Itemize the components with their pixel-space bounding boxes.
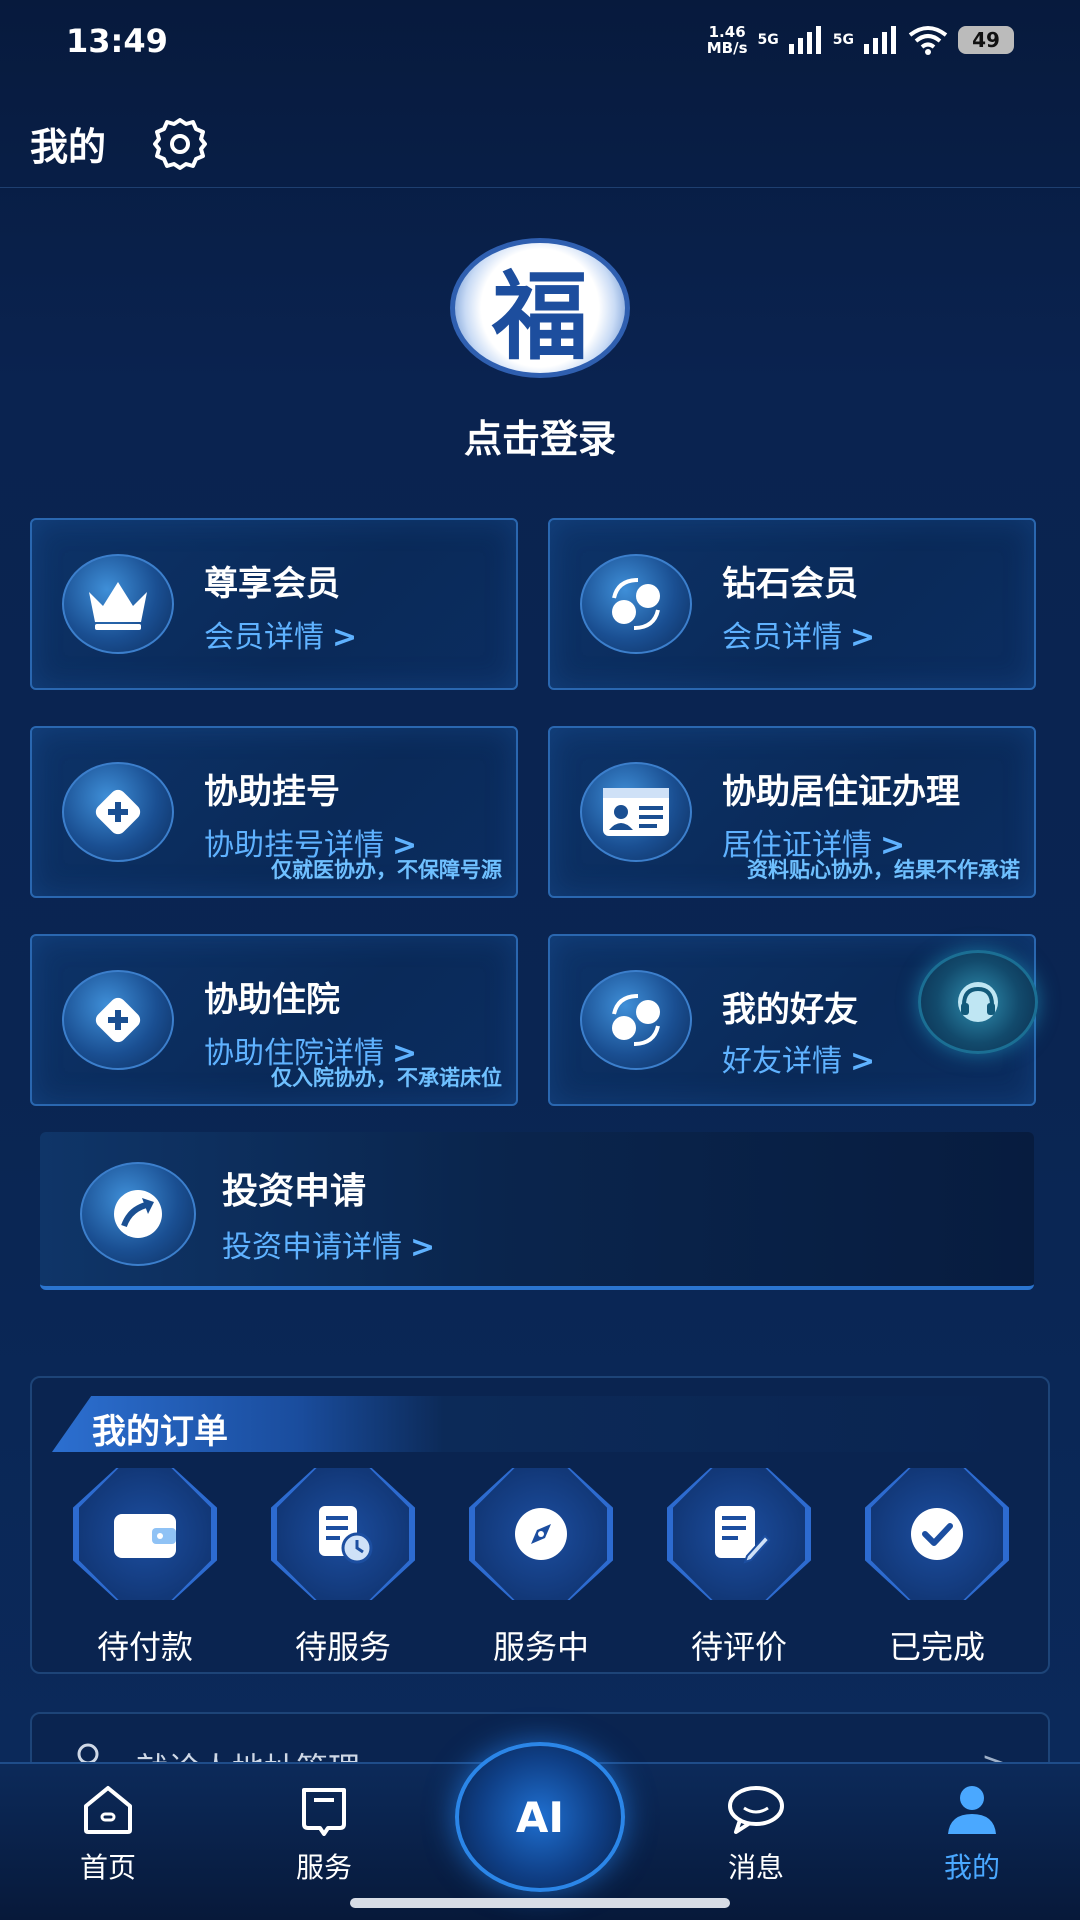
- tab-service[interactable]: 服务: [254, 1784, 394, 1886]
- id-card-icon: [580, 762, 692, 862]
- card-disclaimer: 资料贴心协办，结果不作承诺: [747, 858, 1020, 882]
- card-disclaimer: 仅入院协办，不承诺床位: [271, 1066, 502, 1090]
- card-investment-application[interactable]: 投资申请 投资申请详情 >: [40, 1132, 1034, 1290]
- status-bar: 13:49 1.46 MB/s 5G 5G 49: [0, 0, 1080, 90]
- card-diamond-member[interactable]: 钻石会员 会员详情 >: [548, 518, 1036, 690]
- check-circle-icon: [911, 1508, 963, 1560]
- order-pending-review[interactable]: 待评价: [649, 1468, 829, 1668]
- trend-arrow-icon: [80, 1162, 196, 1266]
- sim2-5g-label: 5G: [832, 32, 854, 48]
- network-speed: 1.46 MB/s: [706, 23, 748, 57]
- card-assist-registration[interactable]: 协助挂号 协助挂号详情 > 仅就医协办，不保障号源: [30, 726, 518, 898]
- status-time: 13:49: [66, 22, 168, 60]
- medical-plus-icon: [62, 970, 174, 1070]
- headset-icon: [958, 982, 998, 1022]
- chevron-right-icon: >: [410, 1230, 436, 1265]
- tab-messages[interactable]: 消息: [686, 1784, 826, 1886]
- card-residence-permit[interactable]: 协助居住证办理 居住证详情 > 资料贴心协办，结果不作承诺: [548, 726, 1036, 898]
- chevron-right-icon: >: [850, 1044, 876, 1079]
- user-icon: [948, 1786, 996, 1834]
- order-pending-service[interactable]: 待服务: [253, 1468, 433, 1668]
- bookmark-icon: [302, 1788, 346, 1836]
- avatar[interactable]: 福: [450, 238, 630, 378]
- customer-service-float-button[interactable]: [918, 950, 1038, 1054]
- signal-icon: [788, 26, 821, 54]
- page-header: 我的: [0, 90, 1080, 188]
- crown-icon: [62, 554, 174, 654]
- circles-icon: [580, 970, 692, 1070]
- page-title: 我的: [30, 125, 107, 169]
- edit-note-icon: [715, 1506, 771, 1564]
- card-premium-member[interactable]: 尊享会员 会员详情 >: [30, 518, 518, 690]
- compass-icon: [515, 1508, 567, 1560]
- home-icon: [84, 1786, 132, 1834]
- login-button[interactable]: 点击登录: [0, 408, 1080, 463]
- chat-bubble-icon: [728, 1786, 784, 1834]
- card-assist-hospitalization[interactable]: 协助住院 协助住院详情 > 仅入院协办，不承诺床位: [30, 934, 518, 1106]
- order-in-service[interactable]: 服务中: [451, 1468, 631, 1668]
- wallet-icon: [114, 1514, 176, 1558]
- card-disclaimer: 仅就医协办，不保障号源: [271, 858, 502, 882]
- home-indicator[interactable]: [350, 1898, 730, 1908]
- medical-plus-icon: [62, 762, 174, 862]
- document-clock-icon: [319, 1506, 373, 1564]
- my-orders-panel: 我的订单 待付款 待服务 服务中 待评价 已完成: [30, 1376, 1050, 1674]
- signal-icon: [864, 26, 896, 54]
- wifi-icon: [908, 26, 948, 55]
- sim1-5g-label: 5G: [757, 32, 779, 48]
- gear-icon[interactable]: [150, 114, 210, 174]
- battery-indicator: 49: [958, 26, 1014, 54]
- order-pending-payment[interactable]: 待付款: [55, 1468, 235, 1668]
- status-icons: 1.46 MB/s 5G 5G 49: [707, 24, 1014, 56]
- ai-assistant-button[interactable]: AI: [455, 1742, 625, 1892]
- circles-icon: [580, 554, 692, 654]
- order-completed[interactable]: 已完成: [847, 1468, 1027, 1668]
- chevron-right-icon: >: [332, 620, 358, 655]
- tab-mine[interactable]: 我的: [902, 1784, 1042, 1886]
- tab-home[interactable]: 首页: [38, 1784, 178, 1886]
- chevron-right-icon: >: [850, 620, 876, 655]
- orders-header: 我的订单: [52, 1396, 1032, 1452]
